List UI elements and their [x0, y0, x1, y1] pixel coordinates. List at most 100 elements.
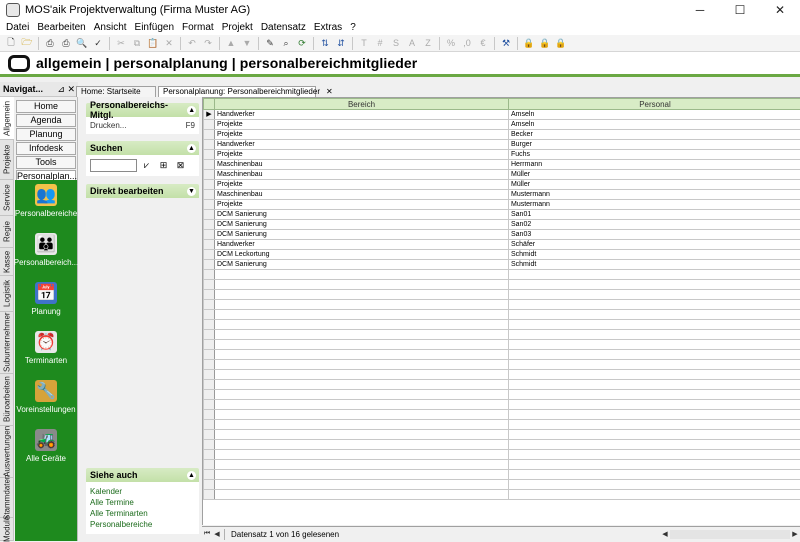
z-format-icon[interactable]: Z [421, 37, 435, 50]
cell-personal[interactable] [509, 480, 800, 490]
tab-personalbereichmitglieder[interactable]: Personalplanung: Personalbereichmitglied… [158, 86, 316, 97]
tab-home-startseite[interactable]: Home: Startseite [76, 86, 156, 97]
cell-bereich[interactable]: Projekte [215, 120, 509, 130]
task-section-header[interactable]: Personalbereichs-Mitgl. ▲ [86, 103, 199, 117]
expand-icon[interactable]: ▼ [187, 187, 196, 196]
vertical-tab-module[interactable]: Module [0, 518, 14, 541]
cell-personal[interactable] [509, 340, 800, 350]
cell-bereich[interactable]: Handwerker [215, 240, 509, 250]
row-selector[interactable] [204, 470, 215, 480]
cell-bereich[interactable] [215, 490, 509, 500]
search-input[interactable] [90, 159, 137, 172]
row-selector[interactable] [204, 460, 215, 470]
column-header-personal[interactable]: Personal [509, 99, 800, 110]
vertical-tab-projekte[interactable]: Projekte [0, 140, 14, 180]
print-icon[interactable]: ⎙ [43, 37, 57, 50]
row-selector[interactable] [204, 220, 215, 230]
vertical-tab-allgemein[interactable]: Allgemein [0, 97, 14, 140]
empty-table-row[interactable] [204, 270, 800, 280]
cell-personal[interactable] [509, 330, 800, 340]
decimal-icon[interactable]: ,0 [460, 37, 474, 50]
row-selector[interactable] [204, 190, 215, 200]
row-selector[interactable] [204, 180, 215, 190]
empty-table-row[interactable] [204, 470, 800, 480]
cell-personal[interactable] [509, 470, 800, 480]
cell-personal[interactable] [509, 280, 800, 290]
cut-icon[interactable]: ✂ [114, 37, 128, 50]
row-selector[interactable]: ▶ [204, 110, 215, 120]
cell-bereich[interactable]: Maschinenbau [215, 190, 509, 200]
refresh-icon[interactable]: ⟳ [295, 37, 309, 50]
scroll-right-icon[interactable]: ▶ [790, 529, 800, 540]
row-selector[interactable] [204, 300, 215, 310]
filter-table-icon[interactable]: ⊞ [156, 159, 171, 172]
nav-button-3[interactable]: Infodesk [16, 142, 76, 155]
empty-table-row[interactable] [204, 350, 800, 360]
currency-icon[interactable]: € [476, 37, 490, 50]
empty-table-row[interactable] [204, 460, 800, 470]
empty-table-row[interactable] [204, 340, 800, 350]
empty-table-row[interactable] [204, 330, 800, 340]
menu-item-4[interactable]: Format [182, 22, 214, 33]
empty-table-row[interactable] [204, 420, 800, 430]
horizontal-scrollbar[interactable]: ◀ ▶ [660, 529, 800, 540]
row-selector[interactable] [204, 440, 215, 450]
cell-bereich[interactable]: Maschinenbau [215, 170, 509, 180]
row-selector[interactable] [204, 420, 215, 430]
vertical-tab-logistik[interactable]: Logistik [0, 276, 14, 312]
cell-personal[interactable] [509, 440, 800, 450]
menu-item-0[interactable]: Datei [6, 22, 29, 33]
vertical-tab-regie[interactable]: Regie [0, 216, 14, 248]
maximize-icon[interactable]: ☐ [720, 0, 760, 20]
cell-personal[interactable]: San03 [509, 230, 800, 240]
minimize-icon[interactable]: ─ [680, 0, 720, 20]
cell-bereich[interactable]: Handwerker [215, 110, 509, 120]
cell-bereich[interactable]: DCM Sanierung [215, 210, 509, 220]
redo-icon[interactable]: ↷ [201, 37, 215, 50]
open-folder-icon[interactable]: 🗁 [20, 37, 34, 50]
close-icon[interactable]: ✕ [760, 0, 800, 20]
nav-button-2[interactable]: Planung [16, 128, 76, 141]
copy-icon[interactable]: ⧉ [130, 37, 144, 50]
cell-bereich[interactable] [215, 280, 509, 290]
cell-personal[interactable] [509, 490, 800, 500]
row-selector[interactable] [204, 210, 215, 220]
table-row[interactable]: DCM SanierungSan03 [204, 230, 800, 240]
cell-bereich[interactable]: DCM Leckortung [215, 250, 509, 260]
row-selector[interactable] [204, 400, 215, 410]
preview-icon[interactable]: 🔍 [75, 37, 89, 50]
row-selector[interactable] [204, 490, 215, 500]
vertical-tab-büroarbeiten[interactable]: Büroarbeiten [0, 374, 14, 426]
vertical-tab-service[interactable]: Service [0, 180, 14, 216]
lock-red-icon[interactable]: 🔒 [554, 37, 568, 50]
table-row[interactable]: DCM SanierungSan02 [204, 220, 800, 230]
menu-item-3[interactable]: Einfügen [135, 22, 174, 33]
row-selector[interactable] [204, 130, 215, 140]
cell-bereich[interactable]: DCM Sanierung [215, 260, 509, 270]
cell-personal[interactable]: Amseln [509, 120, 800, 130]
nav-icon-item-5[interactable]: 🚜Alle Geräte [15, 425, 77, 474]
arrow-up-icon[interactable]: ▲ [224, 37, 238, 50]
empty-table-row[interactable] [204, 370, 800, 380]
cell-bereich[interactable] [215, 420, 509, 430]
see-also-link-1[interactable]: Alle Termine [90, 497, 195, 508]
cell-personal[interactable]: Schäfer [509, 240, 800, 250]
cell-bereich[interactable] [215, 400, 509, 410]
row-selector[interactable] [204, 450, 215, 460]
cell-personal[interactable]: Müller [509, 170, 800, 180]
hash-format-icon[interactable]: # [373, 37, 387, 50]
menu-item-1[interactable]: Bearbeiten [37, 22, 85, 33]
nav-icon-item-3[interactable]: ⏰Terminarten [15, 327, 77, 376]
lock-blue-icon[interactable]: 🔒 [522, 37, 536, 50]
menu-item-5[interactable]: Projekt [222, 22, 253, 33]
cell-bereich[interactable] [215, 270, 509, 280]
row-selector[interactable] [204, 430, 215, 440]
find-icon[interactable]: ⌕ [279, 37, 293, 50]
empty-table-row[interactable] [204, 290, 800, 300]
table-row[interactable]: ProjekteFuchs [204, 150, 800, 160]
nav-button-4[interactable]: Tools [16, 156, 76, 169]
row-selector[interactable] [204, 280, 215, 290]
vertical-tab-stammdaten[interactable]: Stammdaten [0, 478, 14, 518]
first-record-icon[interactable]: ⏮ [202, 529, 212, 540]
column-header-bereich[interactable]: Bereich [215, 99, 509, 110]
